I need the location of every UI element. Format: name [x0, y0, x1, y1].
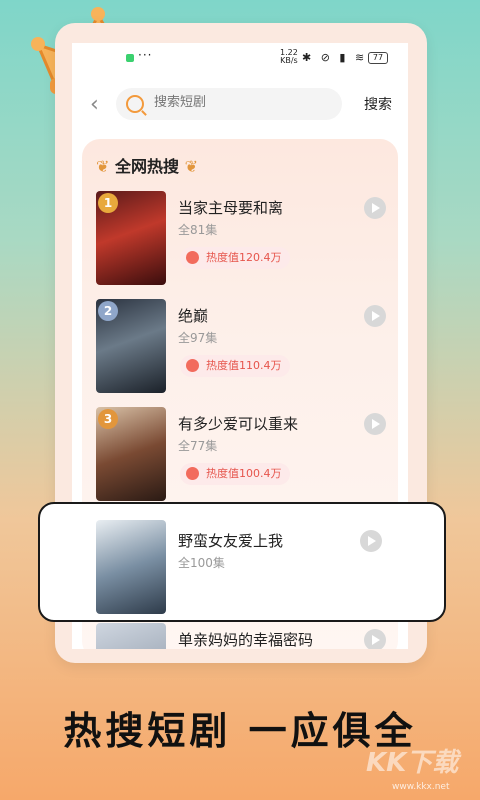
network-speed: 1.22 KB/s	[280, 48, 298, 65]
panel-title: ❦ 全网热搜 ❦	[96, 153, 198, 177]
back-icon[interactable]: ‹	[90, 94, 99, 116]
episode-count: 全100集	[178, 556, 225, 570]
drama-title: 有多少爱可以重来	[178, 415, 299, 433]
highlighted-list-item[interactable]: 野蛮女友爱上我 全100集	[38, 502, 446, 622]
poster-image: 2	[96, 299, 166, 393]
list-item[interactable]: 2 绝巅 全97集 热度值110.4万	[96, 299, 386, 393]
play-icon[interactable]	[364, 629, 386, 649]
drama-title: 野蛮女友爱上我	[178, 532, 284, 550]
drama-title: 单亲妈妈的幸福密码	[178, 631, 314, 649]
laurel-right-icon: ❦	[184, 157, 198, 176]
heat-badge: 热度值120.4万	[180, 247, 290, 269]
list-item[interactable]: 单亲妈妈的幸福密码	[96, 623, 386, 649]
poster-image: 1	[96, 191, 166, 285]
search-icon	[126, 95, 144, 113]
panel-title-text: 全网热搜	[114, 157, 179, 176]
rank-badge: 3	[98, 409, 118, 429]
poster-image	[96, 623, 166, 649]
watermark-logo: KK下载	[366, 748, 459, 778]
fire-icon	[186, 359, 199, 372]
heat-badge: 热度值100.4万	[180, 463, 290, 485]
episode-count: 全81集	[178, 223, 218, 237]
episode-count: 全77集	[178, 439, 218, 453]
notification-icon	[126, 54, 134, 62]
play-icon[interactable]	[364, 305, 386, 327]
more-notifications-icon: ···	[138, 48, 153, 62]
play-icon[interactable]	[364, 197, 386, 219]
status-bar: ··· 1.22 KB/s ✱ ⊘ ▮ ≋ 77	[72, 43, 408, 71]
search-button[interactable]: 搜索	[364, 94, 392, 114]
status-icons: ✱ ⊘ ▮ ≋	[302, 51, 368, 64]
drama-title: 当家主母要和离	[178, 199, 284, 217]
rank-badge: 1	[98, 193, 118, 213]
list-item[interactable]: 3 有多少爱可以重来 全77集 热度值100.4万	[96, 407, 386, 501]
fire-icon	[186, 467, 199, 480]
search-bar: ‹ 搜索	[72, 88, 408, 122]
search-box[interactable]	[116, 88, 342, 120]
episode-count: 全97集	[178, 331, 218, 345]
laurel-left-icon: ❦	[96, 157, 110, 176]
play-icon[interactable]	[360, 530, 382, 552]
fire-icon	[186, 251, 199, 264]
heat-badge: 热度值110.4万	[180, 355, 290, 377]
list-item[interactable]: 1 当家主母要和离 全81集 热度值120.4万	[96, 191, 386, 285]
search-input[interactable]	[152, 94, 336, 111]
rank-badge: 2	[98, 301, 118, 321]
poster-image: 3	[96, 407, 166, 501]
poster-image	[96, 520, 166, 614]
battery-indicator: 77	[368, 52, 388, 64]
play-icon[interactable]	[364, 413, 386, 435]
watermark-url: www.kkx.net	[392, 782, 450, 792]
drama-title: 绝巅	[178, 307, 209, 325]
